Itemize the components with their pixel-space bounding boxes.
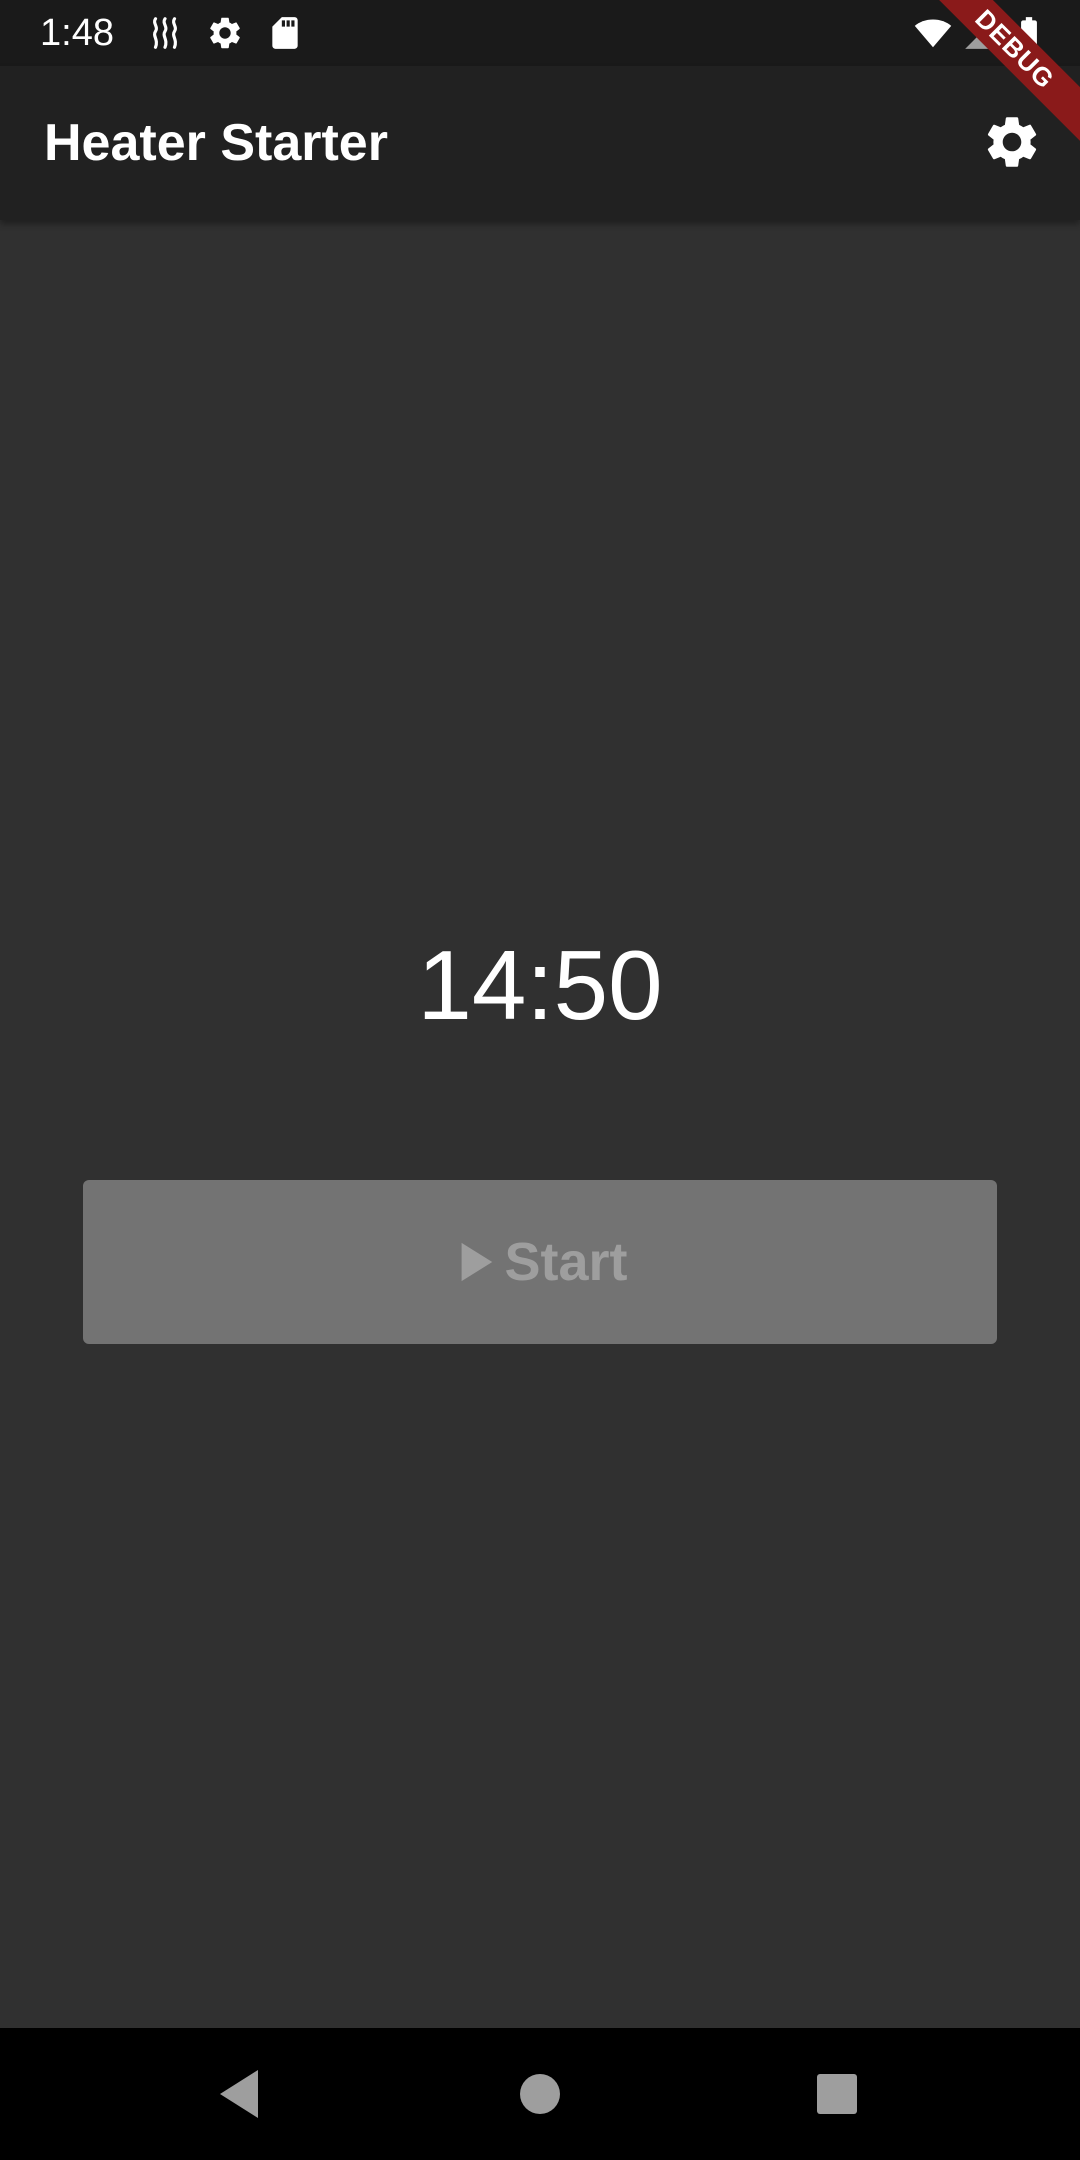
- status-bar: 1:48: [0, 0, 1080, 66]
- back-button[interactable]: [200, 2054, 280, 2134]
- heat-icon: [153, 17, 177, 49]
- gear-icon: [210, 17, 240, 49]
- app-bar: Heater Starter: [0, 66, 1080, 220]
- signal-icon: [965, 17, 997, 49]
- home-icon: [520, 2074, 560, 2114]
- start-button[interactable]: Start: [83, 1180, 997, 1344]
- recents-button[interactable]: [797, 2054, 877, 2134]
- sd-card-icon: [272, 17, 298, 49]
- app-screen: 1:48 Heater Starter DEBUG 14:50 Start: [0, 0, 1080, 2160]
- wifi-icon: [914, 19, 952, 48]
- timer-display: 14:50: [417, 930, 663, 1040]
- navigation-bar: [0, 2028, 1080, 2160]
- start-button-label: Start: [504, 1232, 628, 1292]
- battery-icon: [1021, 17, 1037, 49]
- back-icon: [220, 2070, 258, 2118]
- recents-icon: [817, 2074, 857, 2114]
- home-button[interactable]: [500, 2054, 580, 2134]
- play-icon: [462, 1242, 493, 1282]
- gear-icon: [987, 117, 1037, 167]
- app-title: Heater Starter: [44, 114, 388, 172]
- status-time: 1:48: [40, 12, 114, 54]
- start-button-content: Start: [452, 1230, 628, 1294]
- settings-button[interactable]: [972, 102, 1052, 182]
